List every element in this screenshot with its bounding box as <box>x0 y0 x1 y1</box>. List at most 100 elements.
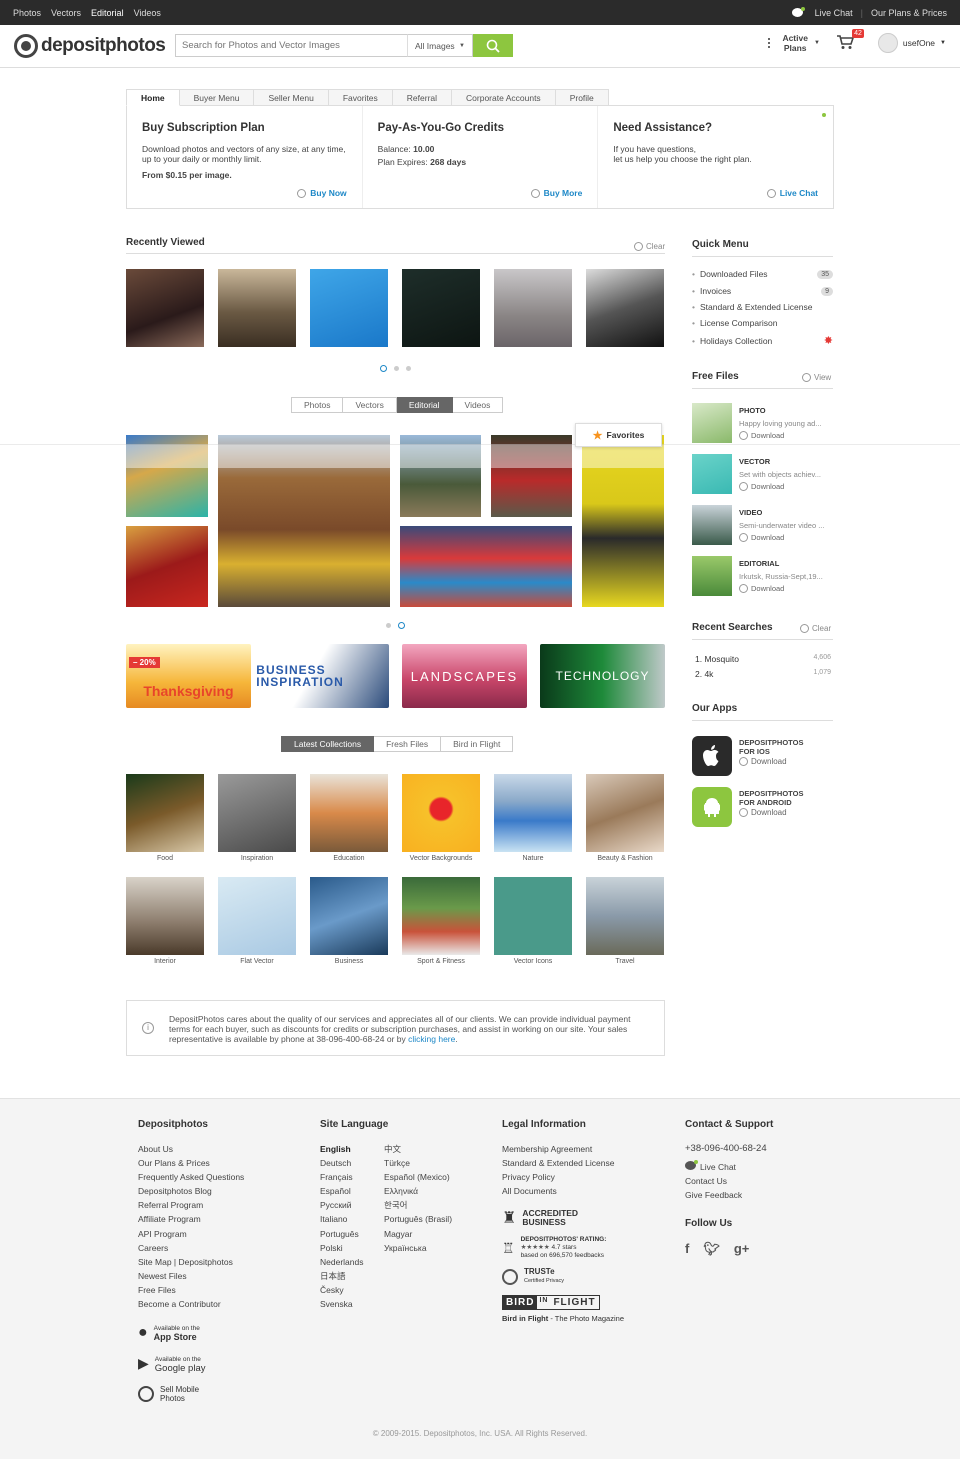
tab-referral[interactable]: Referral <box>392 89 453 106</box>
footer-link[interactable]: Our Plans & Prices <box>138 1156 244 1170</box>
quick-menu-license[interactable]: Standard & Extended License <box>692 302 833 312</box>
footer-link[interactable]: Site Map | Depositphotos <box>138 1255 244 1269</box>
pager-dot[interactable] <box>386 623 391 628</box>
collection-nature[interactable]: Nature <box>494 774 572 862</box>
language-link[interactable]: Magyar <box>384 1227 464 1241</box>
active-plans-button[interactable]: Active Plans ▼ <box>768 33 820 53</box>
recent-image-3[interactable] <box>310 269 388 347</box>
recent-search-item[interactable]: 2. 4k 1,079 <box>695 669 831 679</box>
rating-badge[interactable]: ♖ DEPOSITPHOTOS' RATING: ★★★★★ 4.7 stars b… <box>502 1236 624 1260</box>
footer-link[interactable]: Newest Files <box>138 1269 244 1283</box>
footer-live-chat[interactable]: Live Chat <box>685 1160 773 1174</box>
user-menu[interactable]: usefOne ▼ <box>877 33 946 53</box>
recent-image-4[interactable] <box>402 269 480 347</box>
recent-image-6[interactable] <box>586 269 664 347</box>
free-file-download[interactable]: Download <box>739 533 784 542</box>
footer-link[interactable]: Standard & Extended License <box>502 1156 624 1170</box>
app-store-badge[interactable]: ● Available on the App Store <box>138 1323 244 1342</box>
recent-image-2[interactable] <box>218 269 296 347</box>
banner-landscapes[interactable]: LANDSCAPES <box>402 644 527 708</box>
search-input[interactable] <box>175 34 407 57</box>
quick-menu-downloaded[interactable]: Downloaded Files 35 <box>692 269 833 279</box>
language-link[interactable]: Português (Brasil) <box>384 1212 464 1226</box>
collection-travel[interactable]: Travel <box>586 877 664 965</box>
tab-corporate-accounts[interactable]: Corporate Accounts <box>452 89 556 106</box>
tab-videos[interactable]: Videos <box>452 397 504 413</box>
top-nav-videos[interactable]: Videos <box>134 8 161 18</box>
banner-business-inspiration[interactable]: BUSINESS INSPIRATION <box>256 644 389 708</box>
banner-thanksgiving[interactable]: – 20% Thanksgiving <box>126 644 251 708</box>
collection-education[interactable]: Education <box>310 774 388 862</box>
top-nav-photos[interactable]: Photos <box>13 8 41 18</box>
banner-technology[interactable]: TECHNOLOGY <box>540 644 665 708</box>
truste-badge[interactable]: TRUSTe Certified Privacy <box>502 1268 624 1285</box>
footer-link[interactable]: API Program <box>138 1227 244 1241</box>
ios-app[interactable]: DEPOSITPHOTOS FOR IOS Download <box>692 736 833 776</box>
editorial-image-6[interactable] <box>400 526 572 607</box>
language-link[interactable]: English <box>320 1142 384 1156</box>
sell-mobile-badge[interactable]: Sell Mobile Photos <box>138 1385 244 1403</box>
tab-photos[interactable]: Photos <box>291 397 344 413</box>
top-nav-editorial[interactable]: Editorial <box>91 8 124 18</box>
language-link[interactable]: Polski <box>320 1241 384 1255</box>
free-file-editorial[interactable]: EDITORIAL Irkutsk, Russia-Sept,19... Dow… <box>692 556 833 596</box>
free-file-vector[interactable]: VECTOR Set with objects achiev... Downlo… <box>692 454 833 494</box>
recent-search-item[interactable]: 1. Mosquito 4,606 <box>695 654 831 664</box>
logo[interactable]: depositphotos <box>14 34 174 58</box>
footer-link[interactable]: Careers <box>138 1241 244 1255</box>
free-file-download[interactable]: Download <box>739 482 784 491</box>
footer-link[interactable]: Contact Us <box>685 1174 773 1188</box>
search-button[interactable] <box>473 34 513 57</box>
live-chat-link[interactable]: Live Chat <box>815 8 853 18</box>
language-link[interactable]: Svenska <box>320 1297 384 1311</box>
footer-link[interactable]: Referral Program <box>138 1198 244 1212</box>
language-link[interactable]: Português <box>320 1227 384 1241</box>
tab-buyer-menu[interactable]: Buyer Menu <box>179 89 255 106</box>
language-link[interactable]: Русский <box>320 1198 384 1212</box>
footer-link[interactable]: Privacy Policy <box>502 1170 624 1184</box>
quick-menu-holidays[interactable]: Holidays Collection ✸ <box>692 334 833 347</box>
collection-interior[interactable]: Interior <box>126 877 204 965</box>
language-link[interactable]: Ελληνικά <box>384 1184 464 1198</box>
language-link[interactable]: Nederlands <box>320 1255 384 1269</box>
recent-searches-clear[interactable]: Clear <box>800 624 831 633</box>
cart-button[interactable]: 42 <box>836 29 864 52</box>
collection-flat-vector[interactable]: Flat Vector <box>218 877 296 965</box>
recent-image-5[interactable] <box>494 269 572 347</box>
favorites-button[interactable]: ★ Favorites <box>575 423 662 447</box>
language-link[interactable]: Français <box>320 1170 384 1184</box>
collection-vector-backgrounds[interactable]: Vector Backgrounds <box>402 774 480 862</box>
footer-link[interactable]: Give Feedback <box>685 1188 773 1202</box>
language-link[interactable]: Українська <box>384 1241 464 1255</box>
free-file-photo[interactable]: PHOTO Happy loving young ad... Download <box>692 403 833 443</box>
bbb-badge[interactable]: ♜ ACCREDITED BUSINESS <box>502 1208 624 1228</box>
tab-profile[interactable]: Profile <box>555 89 609 106</box>
footer-link[interactable]: Affiliate Program <box>138 1212 244 1226</box>
android-app[interactable]: DEPOSITPHOTOS FOR ANDROID Download <box>692 787 833 827</box>
google-play-badge[interactable]: ▶ Available on the Google play <box>138 1354 244 1373</box>
language-link[interactable]: Español <box>320 1184 384 1198</box>
live-chat-button[interactable]: Live Chat <box>766 188 818 198</box>
editorial-image-2[interactable] <box>126 526 208 607</box>
footer-link[interactable]: Depositphotos Blog <box>138 1184 244 1198</box>
tab-bird-in-flight[interactable]: Bird in Flight <box>441 736 514 752</box>
collection-vector-icons[interactable]: Vector Icons <box>494 877 572 965</box>
footer-link[interactable]: Membership Agreement <box>502 1142 624 1156</box>
free-file-download[interactable]: Download <box>739 584 784 593</box>
google-plus-icon[interactable]: g+ <box>734 1241 750 1257</box>
free-file-download[interactable]: Download <box>739 431 784 440</box>
language-link[interactable]: Česky <box>320 1283 384 1297</box>
plans-link[interactable]: Our Plans & Prices <box>871 8 947 18</box>
pager-dot[interactable] <box>398 622 405 629</box>
pager-dot[interactable] <box>380 365 387 372</box>
free-file-video[interactable]: VIDEO Semi-underwater video ... Download <box>692 505 833 545</box>
collection-inspiration[interactable]: Inspiration <box>218 774 296 862</box>
tab-favorites[interactable]: Favorites <box>328 89 393 106</box>
search-filter-select[interactable]: All Images ▼ <box>407 34 473 57</box>
ios-download[interactable]: Download <box>739 757 787 766</box>
recently-viewed-clear[interactable]: Clear <box>634 242 665 251</box>
quick-menu-invoices[interactable]: Invoices 9 <box>692 286 833 296</box>
android-download[interactable]: Download <box>739 808 787 817</box>
language-link[interactable]: 中文 <box>384 1142 464 1156</box>
collection-sport-fitness[interactable]: Sport & Fitness <box>402 877 480 965</box>
